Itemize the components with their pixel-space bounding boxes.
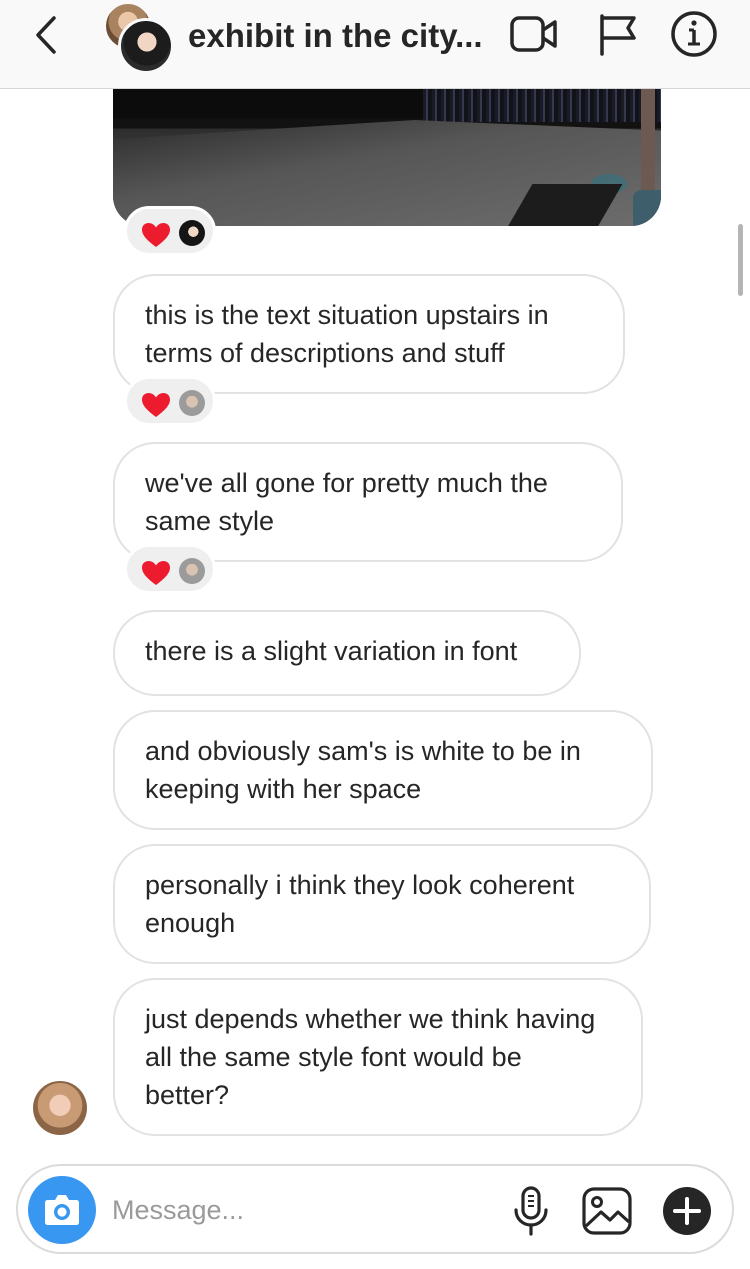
reactor-avatar xyxy=(179,390,205,416)
message-text: personally i think they look coherent en… xyxy=(145,870,575,938)
heart-icon xyxy=(142,561,170,585)
chat-screen: exhibit in the city... this is the text … xyxy=(0,0,750,1269)
info-button[interactable] xyxy=(668,10,720,58)
shared-photo[interactable] xyxy=(113,88,661,226)
heart-icon xyxy=(142,393,170,417)
more-options-button[interactable] xyxy=(660,1184,714,1238)
gallery-button[interactable] xyxy=(580,1184,634,1238)
info-icon xyxy=(671,11,717,57)
gallery-icon xyxy=(582,1187,632,1235)
message-input[interactable] xyxy=(112,1186,492,1234)
message-text: just depends whether we think having all… xyxy=(145,1004,596,1110)
member-avatar xyxy=(118,18,174,74)
message-text: and obviously sam's is white to be in ke… xyxy=(145,736,581,804)
plus-icon xyxy=(663,1187,711,1235)
video-call-icon xyxy=(510,16,557,52)
heart-icon xyxy=(142,223,170,247)
message-text: this is the text situation upstairs in t… xyxy=(145,300,549,368)
voice-message-button[interactable] xyxy=(504,1184,558,1238)
camera-icon xyxy=(45,1195,79,1225)
back-icon xyxy=(36,16,56,54)
message-bubble[interactable]: there is a slight variation in font xyxy=(113,610,581,696)
message-text: there is a slight variation in font xyxy=(145,636,518,666)
chat-title[interactable]: exhibit in the city... xyxy=(188,14,498,58)
reactor-avatar xyxy=(179,220,205,246)
report-flag-button[interactable] xyxy=(594,10,646,58)
message-bubble[interactable]: just depends whether we think having all… xyxy=(113,978,643,1136)
message-bubble[interactable]: personally i think they look coherent en… xyxy=(113,844,651,964)
reaction-badge[interactable] xyxy=(124,376,216,426)
scrollbar[interactable] xyxy=(738,224,743,296)
reaction-badge[interactable] xyxy=(124,206,216,256)
message-bubble[interactable]: and obviously sam's is white to be in ke… xyxy=(113,710,653,830)
reaction-badge[interactable] xyxy=(124,544,216,594)
chat-header: exhibit in the city... xyxy=(0,0,750,89)
sender-avatar[interactable] xyxy=(33,1081,87,1135)
back-button[interactable] xyxy=(24,10,74,60)
video-call-button[interactable] xyxy=(508,10,560,58)
reactor-avatar xyxy=(179,558,205,584)
flag-icon xyxy=(600,14,636,56)
message-text: we've all gone for pretty much the same … xyxy=(145,468,548,536)
camera-button[interactable] xyxy=(28,1176,96,1244)
group-avatar[interactable] xyxy=(104,2,174,74)
message-composer xyxy=(16,1164,734,1254)
microphone-icon xyxy=(514,1186,548,1236)
